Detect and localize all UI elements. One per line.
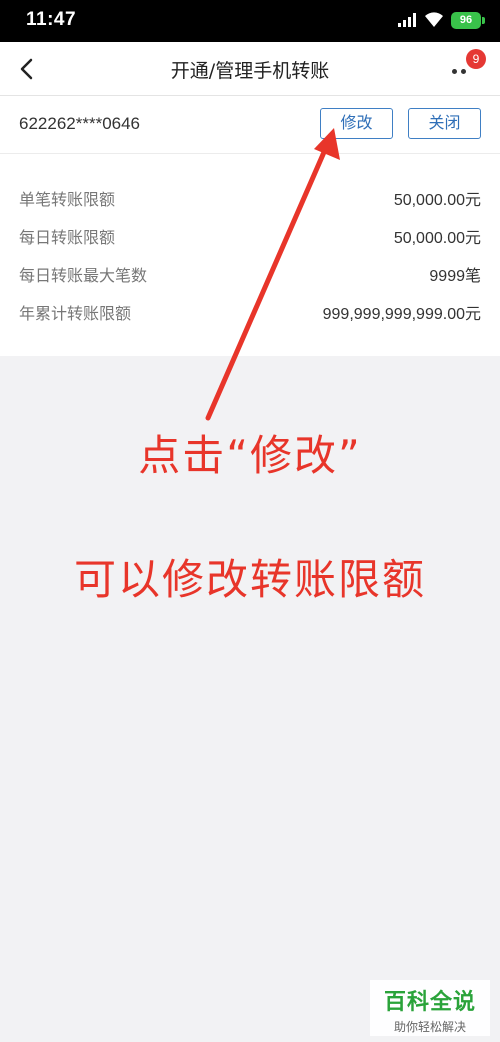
signal-icon <box>398 13 416 27</box>
limit-row: 每日转账最大笔数 9999笔 <box>0 254 500 292</box>
nav-bar: 开通/管理手机转账 <box>0 42 500 96</box>
notification-badge: 9 <box>466 49 486 69</box>
limit-value: 999,999,999,999.00元 <box>322 306 481 323</box>
limit-value: 9999笔 <box>429 268 481 285</box>
limit-row: 单笔转账限额 50,000.00元 <box>0 178 500 216</box>
limit-row: 每日转账限额 50,000.00元 <box>0 216 500 254</box>
limit-row: 年累计转账限额 999,999,999,999.00元 <box>0 292 500 330</box>
watermark-subtitle: 助你轻松解决 <box>393 1020 466 1034</box>
page-title: 开通/管理手机转账 <box>170 60 330 82</box>
limit-value: 50,000.00元 <box>393 230 481 247</box>
battery-icon: 96 <box>451 12 485 29</box>
wifi-icon <box>425 12 443 27</box>
limits-list: 单笔转账限额 50,000.00元 每日转账限额 50,000.00元 每日转账… <box>0 154 500 356</box>
watermark-logo: 百科全说 助你轻松解决 <box>370 980 490 1036</box>
modify-button[interactable]: 修改 <box>320 108 393 139</box>
account-number: 622262****0646 <box>19 114 141 133</box>
dot <box>461 69 466 74</box>
limit-label: 每日转账最大笔数 <box>19 266 148 285</box>
status-time: 11:47 <box>26 9 77 30</box>
status-bar: 11:47 96 <box>0 0 500 42</box>
close-button[interactable]: 关闭 <box>408 108 481 139</box>
account-row: 622262****0646 修改 关闭 <box>0 96 500 154</box>
annotation-text-2: 可以修改转账限额 <box>73 555 426 604</box>
annotation-text-1: 点击“修改” <box>138 431 362 480</box>
limit-label: 单笔转账限额 <box>19 190 116 209</box>
limit-label: 每日转账限额 <box>19 228 116 247</box>
limit-value: 50,000.00元 <box>393 192 481 209</box>
dot <box>452 69 457 74</box>
limit-label: 年累计转账限额 <box>19 304 132 323</box>
watermark-title: 百科全说 <box>383 990 476 1015</box>
